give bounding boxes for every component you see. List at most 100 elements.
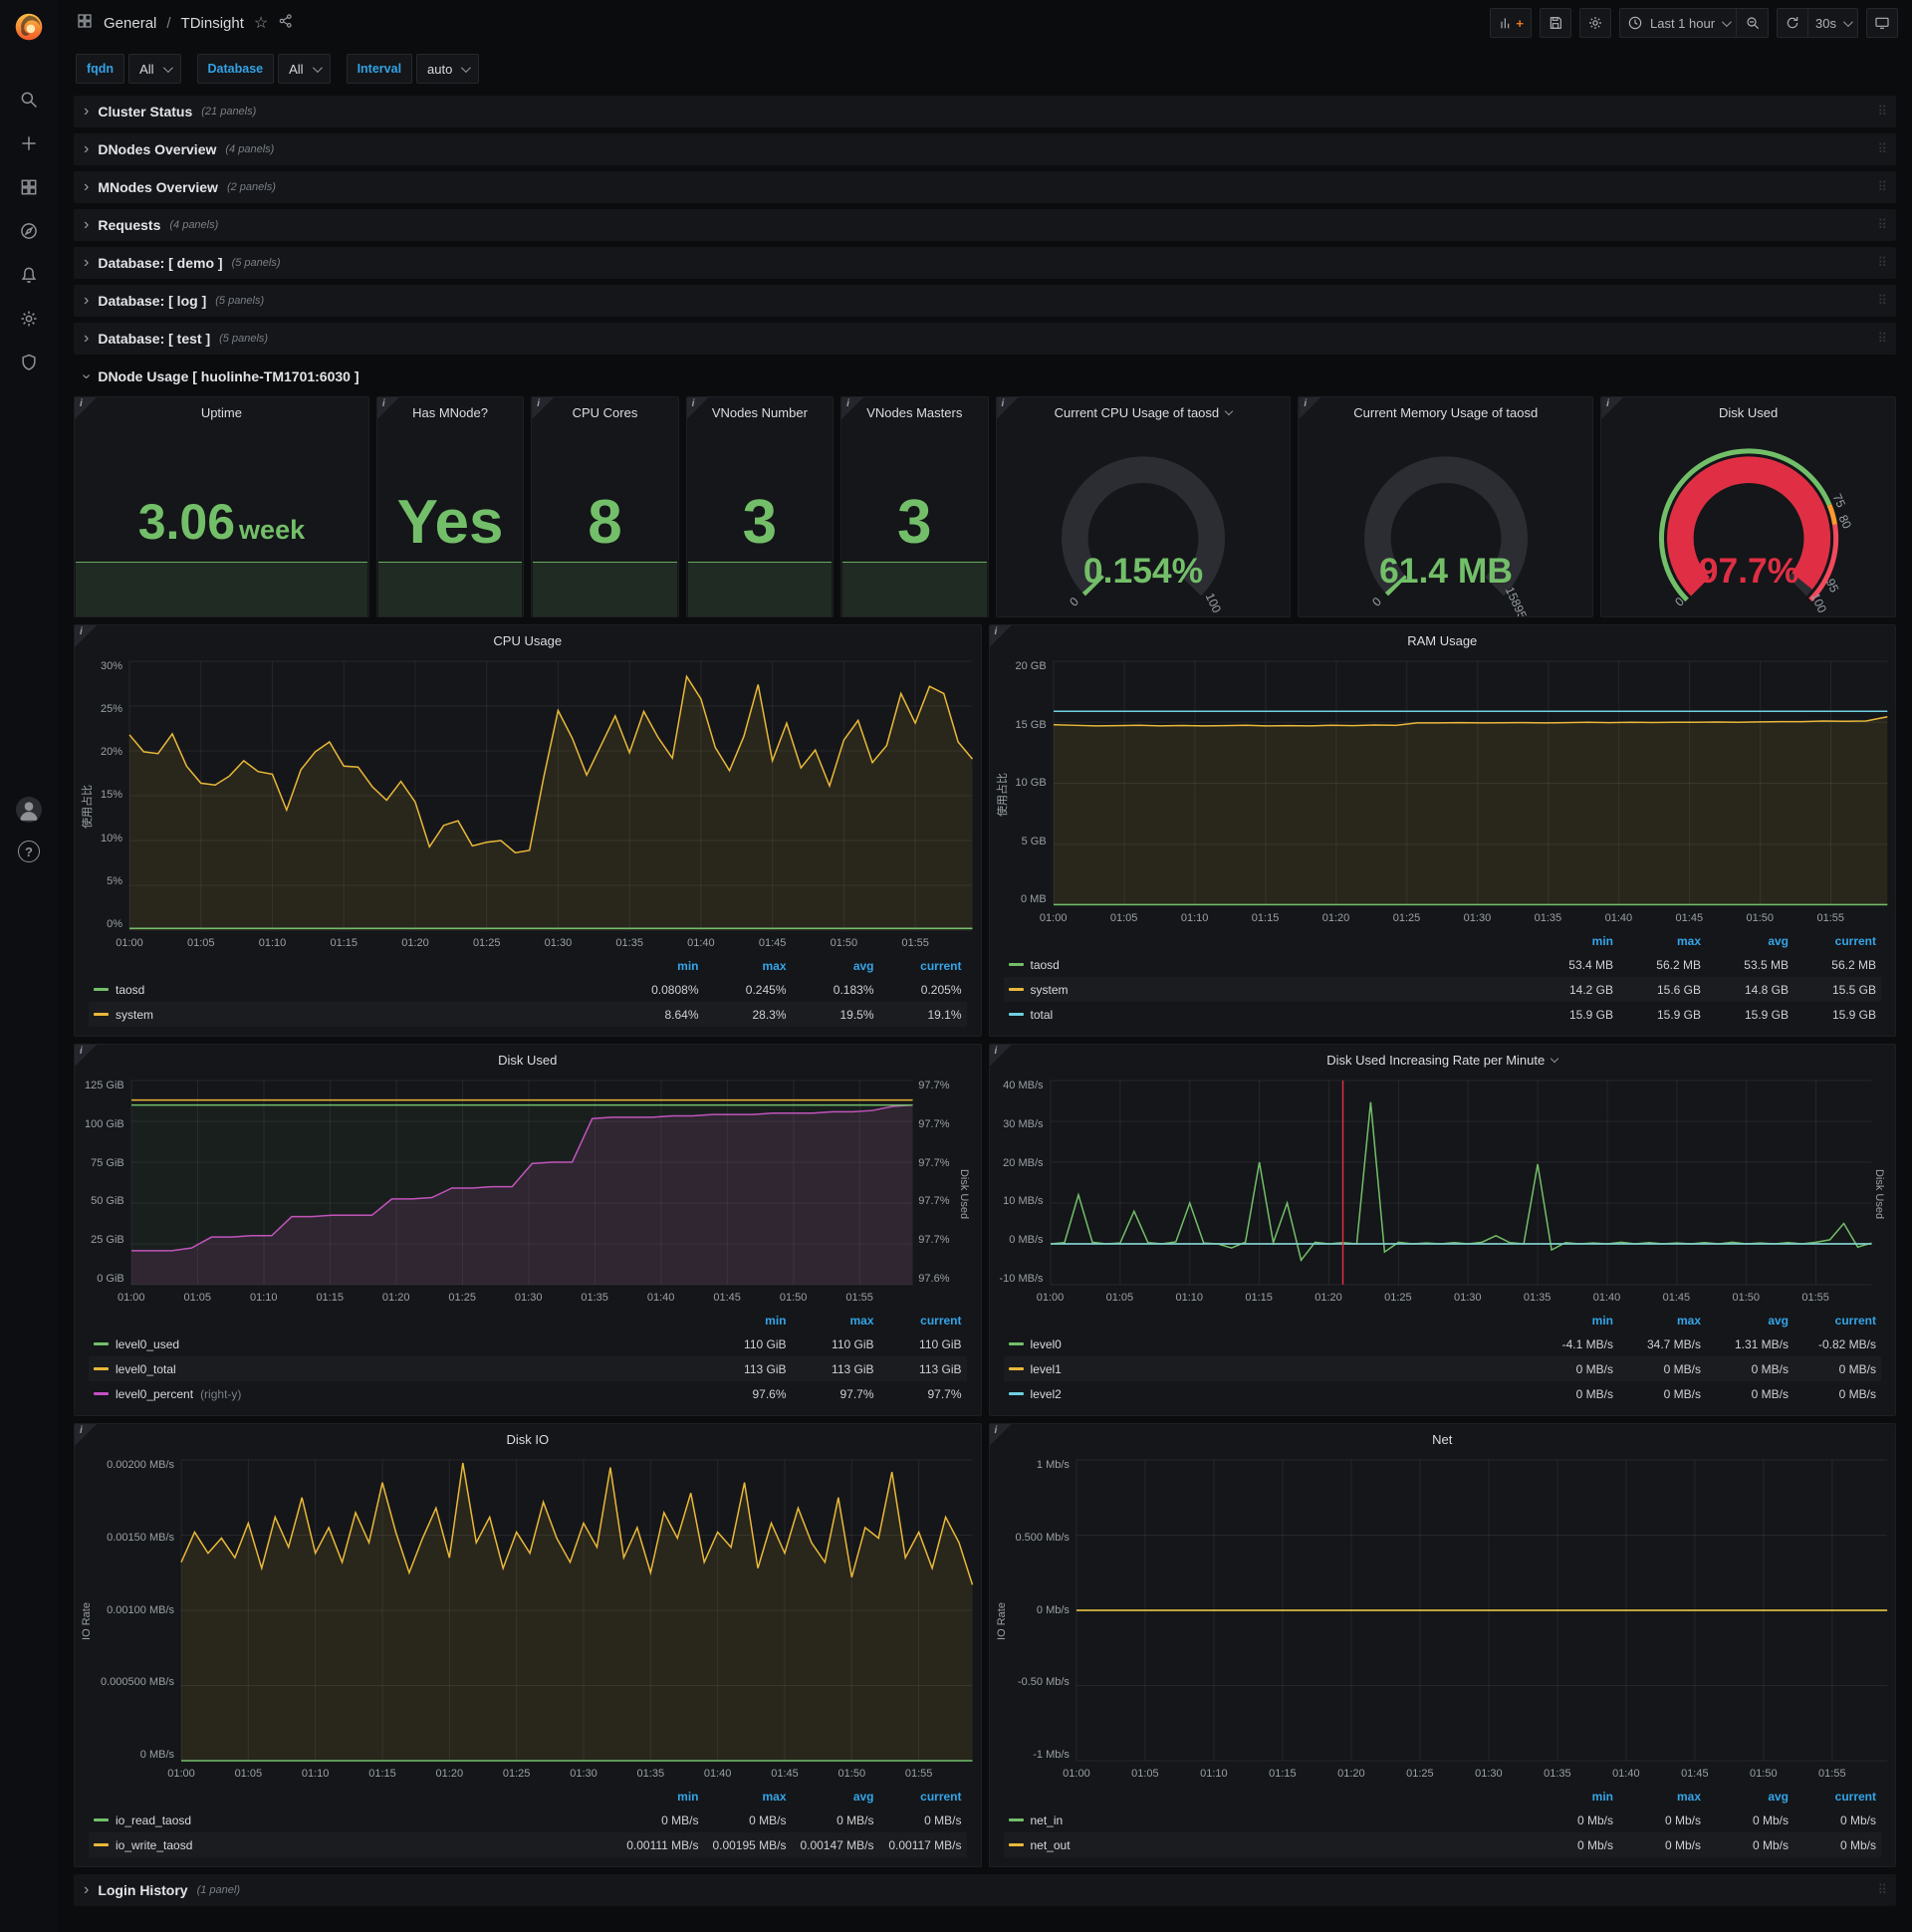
legend[interactable]: min max avg current net_in 0 Mb/s 0 Mb/s 0 Mb/s… <box>990 1783 1896 1866</box>
legend-row[interactable]: level0 -4.1 MB/s 34.7 MB/s 1.31 MB/s -0.82 M… <box>1004 1331 1882 1356</box>
row-mnodes-overview[interactable]: › MNodes Overview (2 panels) ⠿ <box>74 171 1896 203</box>
legend[interactable]: min max avg current level0 -4.1 MB/s 34.7 MB/s… <box>990 1307 1896 1415</box>
create-plus-icon[interactable] <box>17 131 41 155</box>
plot-area[interactable] <box>1076 1460 1887 1761</box>
panel-title[interactable]: Disk IO <box>75 1424 981 1454</box>
legend-row[interactable]: system 8.64% 28.3% 19.5% 19.1% <box>89 1002 967 1027</box>
y-axis-label: 使用占比 <box>996 772 1009 817</box>
legend-row[interactable]: level0_total 113 GiB 113 GiB 113 GiB <box>89 1356 967 1381</box>
refresh-interval-picker[interactable]: 30s <box>1808 8 1858 38</box>
legend-row[interactable]: taosd 0.0808% 0.245% 0.183% 0.205% <box>89 977 967 1002</box>
refresh-button[interactable] <box>1777 8 1809 38</box>
variable-fqdn-label: fqdn <box>76 54 125 84</box>
configuration-gear-icon[interactable] <box>17 307 41 331</box>
dashboard-settings-button[interactable] <box>1578 8 1611 38</box>
admin-shield-icon[interactable] <box>17 351 41 374</box>
plot-area[interactable] <box>181 1460 973 1761</box>
panel-menu-caret-icon[interactable] <box>1550 1054 1559 1063</box>
row-database-log[interactable]: › Database: [ log ] (5 panels) ⠿ <box>74 285 1896 317</box>
plot-area[interactable] <box>1051 1081 1871 1285</box>
panel-title[interactable]: Uptime <box>75 397 368 427</box>
legend-row[interactable]: taosd 53.4 MB 56.2 MB 53.5 MB 56.2 MB <box>1004 952 1882 977</box>
row-dnode-usage[interactable]: › DNode Usage [ huolinhe-TM1701:6030 ] <box>74 361 1896 392</box>
panel-title[interactable]: Disk Used Increasing Rate per Minute <box>990 1045 1896 1075</box>
drag-handle-icon[interactable]: ⠿ <box>1877 1882 1886 1898</box>
legend[interactable]: min max avg current taosd 53.4 MB 56.2 MB 53.5 … <box>990 927 1896 1036</box>
drag-handle-icon[interactable]: ⠿ <box>1877 141 1886 157</box>
panel-title[interactable]: Disk Used <box>1601 397 1895 427</box>
grafana-logo-icon[interactable] <box>10 8 48 46</box>
row-login-history[interactable]: › Login History (1 panel) ⠿ <box>74 1874 1896 1906</box>
svg-text:97.7%: 97.7% <box>1698 551 1798 591</box>
right-axis-label: Disk Used <box>1873 1168 1885 1219</box>
zoom-out-time-button[interactable] <box>1737 8 1770 38</box>
panel-title[interactable]: Current CPU Usage of taosd <box>997 397 1291 427</box>
legend-row[interactable]: system 14.2 GB 15.6 GB 14.8 GB 15.5 GB <box>1004 977 1882 1002</box>
row-dnodes-overview[interactable]: › DNodes Overview (4 panels) ⠿ <box>74 133 1896 165</box>
drag-handle-icon[interactable]: ⠿ <box>1877 331 1886 347</box>
dashboards-icon[interactable] <box>17 175 41 199</box>
legend[interactable]: min max avg current taosd 0.0808% 0.245% 0.183%… <box>75 952 981 1036</box>
drag-handle-icon[interactable]: ⠿ <box>1877 293 1886 309</box>
sparkline <box>687 561 833 616</box>
variable-database-value[interactable]: All <box>278 54 331 84</box>
row-requests[interactable]: › Requests (4 panels) ⠿ <box>74 209 1896 241</box>
legend-row[interactable]: level0_used 110 GiB 110 GiB 110 GiB <box>89 1331 967 1356</box>
drag-handle-icon[interactable]: ⠿ <box>1877 255 1886 271</box>
legend-series-color <box>1008 1367 1024 1370</box>
row-cluster-status[interactable]: › Cluster Status (21 panels) ⠿ <box>74 96 1896 127</box>
y-axis-ticks: 125 GiB 100 GiB 75 GiB 50 GiB 25 GiB 0 GiB <box>85 1080 124 1285</box>
refresh-controls: 30s <box>1777 8 1858 38</box>
legend-row[interactable]: level1 0 MB/s 0 MB/s 0 MB/s 0 MB/s <box>1004 1356 1882 1381</box>
save-dashboard-button[interactable] <box>1539 8 1571 38</box>
panel-title[interactable]: Disk Used <box>75 1045 981 1075</box>
panel-title[interactable]: VNodes Masters <box>841 397 987 427</box>
explore-compass-icon[interactable] <box>17 219 41 243</box>
search-icon[interactable] <box>17 88 41 112</box>
time-range-label: Last 1 hour <box>1649 15 1716 31</box>
panel-title[interactable]: VNodes Number <box>687 397 833 427</box>
user-avatar[interactable] <box>16 797 42 823</box>
legend-series-color <box>1008 1013 1024 1016</box>
row-database-demo[interactable]: › Database: [ demo ] (5 panels) ⠿ <box>74 247 1896 279</box>
legend[interactable]: min max avg current io_read_taosd 0 MB/s 0 MB/… <box>75 1783 981 1866</box>
panel-title[interactable]: RAM Usage <box>990 625 1896 655</box>
alerting-bell-icon[interactable] <box>17 263 41 287</box>
panel-net: i Net IO Rate 1 Mb/s 0.500 Mb/s 0 Mb/s -0.5… <box>988 1423 1896 1867</box>
plot-area[interactable] <box>131 1081 913 1285</box>
plot-area[interactable] <box>129 661 972 930</box>
panel-title[interactable]: Net <box>990 1424 1896 1454</box>
legend-row[interactable]: io_read_taosd 0 MB/s 0 MB/s 0 MB/s 0 MB/s <box>89 1808 967 1832</box>
legend-row[interactable]: total 15.9 GB 15.9 GB 15.9 GB 15.9 GB <box>1004 1002 1882 1027</box>
variable-interval-value[interactable]: auto <box>416 54 480 84</box>
legend-row[interactable]: level2 0 MB/s 0 MB/s 0 MB/s 0 MB/s <box>1004 1381 1882 1406</box>
share-icon[interactable] <box>278 13 294 34</box>
x-axis-ticks: 01:00 01:05 01:10 01:15 01:20 01:25 01:30 01:35… <box>117 1292 873 1304</box>
panel-title[interactable]: CPU Cores <box>532 397 677 427</box>
help-icon[interactable]: ? <box>18 841 40 862</box>
legend-row[interactable]: io_write_taosd 0.00111 MB/s 0.00195 MB/s 0.… <box>89 1832 967 1857</box>
variables-bar: fqdn All Database All Interval auto <box>58 46 1912 94</box>
panel-title[interactable]: CPU Usage <box>75 625 981 655</box>
drag-handle-icon[interactable]: ⠿ <box>1877 179 1886 195</box>
time-range-picker[interactable]: Last 1 hour <box>1618 8 1738 38</box>
drag-handle-icon[interactable]: ⠿ <box>1877 104 1886 120</box>
legend-row[interactable]: level0_percent (right-y) 97.6% 97.7% 97.7% <box>89 1381 967 1406</box>
variable-fqdn-value[interactable]: All <box>128 54 181 84</box>
legend-series-color <box>94 1013 109 1016</box>
panel-title[interactable]: Current Memory Usage of taosd <box>1299 397 1592 427</box>
cycle-view-mode-button[interactable] <box>1866 8 1898 38</box>
legend-row[interactable]: net_in 0 Mb/s 0 Mb/s 0 Mb/s 0 Mb/s <box>1004 1808 1882 1832</box>
panel-disk-used-gauge: i Disk Used 0 75 80 95 100 97.7% <box>1600 396 1896 617</box>
panel-menu-caret-icon[interactable] <box>1224 406 1234 415</box>
plot-area[interactable] <box>1054 661 1887 905</box>
row-database-test[interactable]: › Database: [ test ] (5 panels) ⠿ <box>74 323 1896 355</box>
drag-handle-icon[interactable]: ⠿ <box>1877 217 1886 233</box>
dashboard-title[interactable]: TDinsight <box>181 15 244 32</box>
breadcrumb-folder[interactable]: General <box>104 15 156 32</box>
legend[interactable]: min max current level0_used 110 GiB 110 GiB 11… <box>75 1307 981 1415</box>
star-icon[interactable]: ☆ <box>254 13 268 33</box>
add-panel-button[interactable]: + <box>1490 8 1532 38</box>
panel-title[interactable]: Has MNode? <box>377 397 523 427</box>
legend-row[interactable]: net_out 0 Mb/s 0 Mb/s 0 Mb/s 0 Mb/s <box>1004 1832 1882 1857</box>
